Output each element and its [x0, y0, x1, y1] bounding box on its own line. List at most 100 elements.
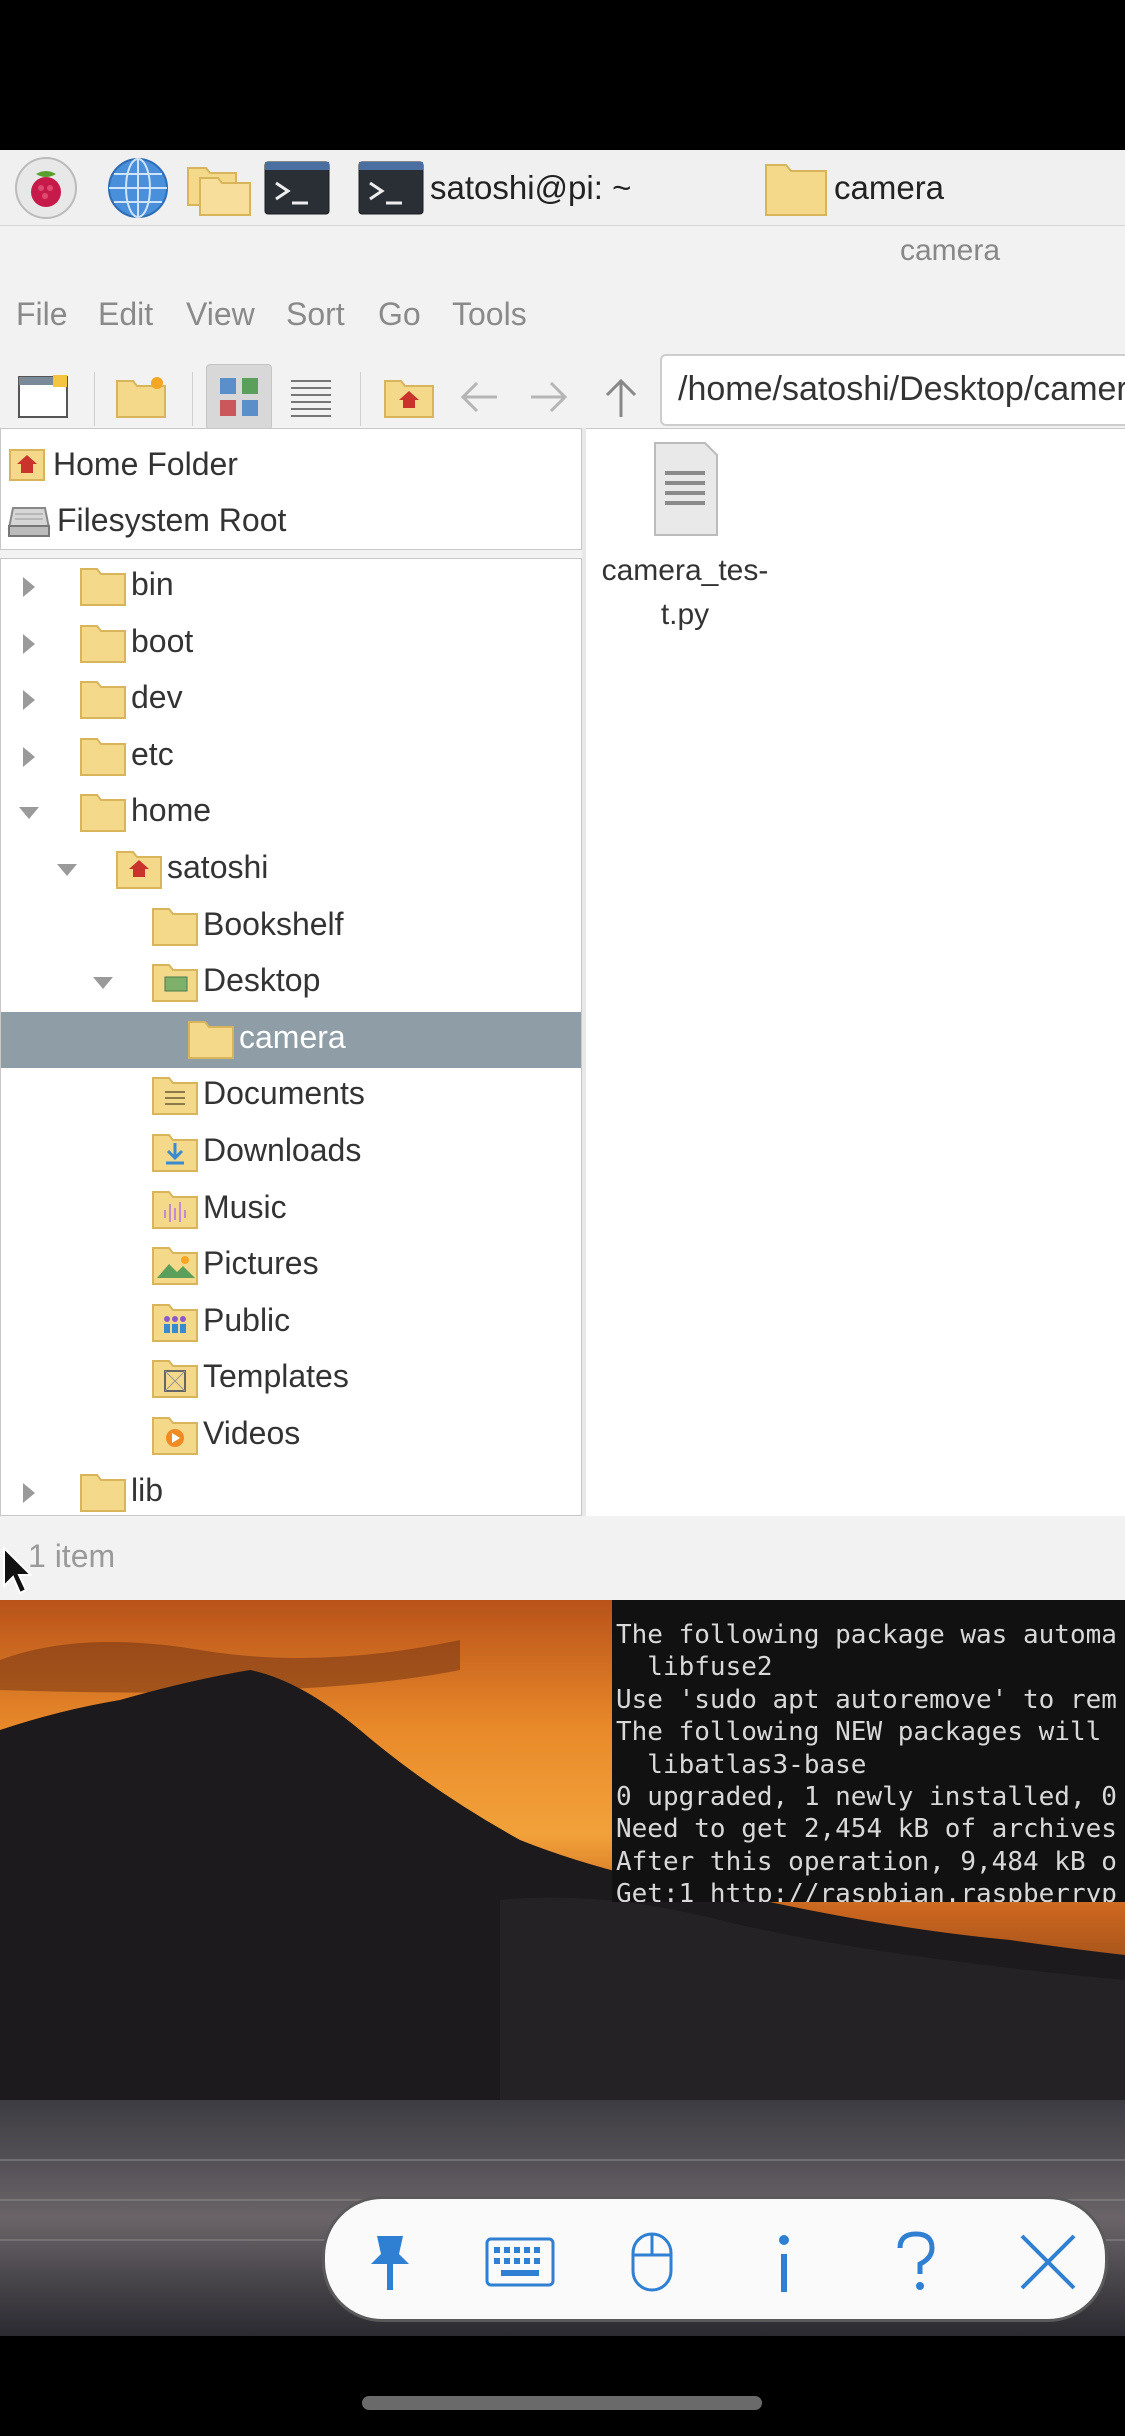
tree-item-public[interactable]: Public	[1, 1295, 581, 1351]
directory-tree: bin boot dev etc home satoshi Bookshelf Desktop…	[0, 558, 582, 1516]
close-icon	[1020, 2234, 1076, 2290]
tree-item-label: lib	[131, 1471, 164, 1508]
icon-view-button[interactable]	[206, 364, 272, 430]
expander-closed-icon[interactable]	[17, 1479, 41, 1507]
tree-item-label: bin	[131, 566, 174, 602]
tree-item-label: Pictures	[203, 1245, 319, 1282]
file-item[interactable]: camera_tes- t.py	[600, 439, 770, 637]
raspberry-menu-button[interactable]	[12, 157, 80, 219]
file-manager-button[interactable]	[184, 158, 254, 218]
menu-bar: File Edit View Sort Go Tools	[0, 282, 1125, 352]
tree-item-music[interactable]: Music	[1, 1182, 581, 1238]
place-label: Filesystem Root	[57, 501, 287, 538]
home-indicator[interactable]	[362, 2396, 762, 2410]
tree-item-downloads[interactable]: Downloads	[1, 1125, 581, 1181]
new-window-icon	[18, 375, 68, 418]
web-browser-button[interactable]	[106, 158, 170, 218]
menu-tools[interactable]: Tools	[452, 296, 527, 333]
tree-item-boot[interactable]: boot	[1, 616, 581, 672]
tree-item-label: Music	[203, 1188, 287, 1225]
menu-go[interactable]: Go	[378, 296, 421, 333]
new-folder-icon	[116, 377, 166, 418]
videos-folder-icon	[151, 1414, 199, 1456]
globe-icon	[108, 158, 168, 218]
up-button[interactable]	[588, 364, 654, 430]
list-view-button[interactable]	[278, 364, 344, 430]
tree-item-templates[interactable]: Templates	[1, 1351, 581, 1407]
public-folder-icon	[151, 1301, 199, 1343]
forward-button[interactable]	[516, 364, 582, 430]
icon-view-icon	[220, 378, 258, 416]
templates-folder-icon	[151, 1357, 199, 1399]
mouse-button[interactable]	[617, 2227, 687, 2297]
places-panel: Home Folder Filesystem Root	[0, 428, 582, 550]
place-filesystem-root[interactable]: Filesystem Root	[7, 495, 286, 545]
question-icon	[897, 2231, 935, 2290]
terminal-window[interactable]: The following package was automa libfuse…	[612, 1600, 1125, 1902]
tree-item-bookshelf[interactable]: Bookshelf	[1, 899, 581, 955]
menu-sort[interactable]: Sort	[286, 296, 345, 333]
taskbar-window-label: satoshi@pi: ~	[430, 169, 632, 206]
toolbar-separator	[94, 372, 95, 426]
arrow-left-icon	[460, 381, 497, 413]
pictures-folder-icon	[151, 1244, 199, 1286]
expander-open-icon[interactable]	[55, 856, 79, 884]
terminal-line: 0 upgraded, 1 newly installed, 0	[616, 1782, 1117, 1812]
tree-item-pictures[interactable]: Pictures	[1, 1238, 581, 1294]
expander-closed-icon[interactable]	[17, 686, 41, 714]
menu-file[interactable]: File	[16, 296, 68, 333]
folder-icon	[187, 1018, 235, 1060]
new-folder-button[interactable]	[108, 364, 174, 430]
window-title-bar[interactable]: camera	[0, 226, 1125, 282]
tree-item-videos[interactable]: Videos	[1, 1408, 581, 1464]
expander-closed-icon[interactable]	[17, 743, 41, 771]
place-home-folder[interactable]: Home Folder	[7, 439, 238, 489]
tree-item-etc[interactable]: etc	[1, 729, 581, 785]
tree-item-lib[interactable]: lib	[1, 1465, 581, 1521]
window-title: camera	[900, 234, 1001, 267]
close-button[interactable]	[1013, 2227, 1083, 2297]
menu-view[interactable]: View	[186, 296, 255, 333]
folder-icon	[79, 735, 127, 777]
tree-item-dev[interactable]: dev	[1, 672, 581, 728]
terminal-line: The following NEW packages will	[616, 1717, 1102, 1748]
toolbar-separator	[192, 372, 193, 426]
terminal-line: Get:1 http://raspbian.raspberryp	[616, 1879, 1117, 1902]
taskbar-window-terminal[interactable]: satoshi@pi: ~	[358, 158, 631, 218]
expander-closed-icon[interactable]	[17, 630, 41, 658]
status-bar: 1 item	[0, 1516, 1125, 1600]
tree-item-home[interactable]: home	[1, 785, 581, 841]
keyboard-icon	[485, 2237, 555, 2287]
raspberry-icon	[15, 157, 77, 219]
folders-icon	[187, 167, 251, 216]
folder-icon	[151, 905, 199, 947]
folder-icon	[79, 791, 127, 833]
info-button[interactable]	[749, 2227, 819, 2297]
tree-item-label: Bookshelf	[203, 905, 344, 942]
tree-item-satoshi[interactable]: satoshi	[1, 842, 581, 898]
pin-button[interactable]	[355, 2227, 425, 2297]
expander-closed-icon[interactable]	[17, 573, 41, 601]
file-name: camera_tes- t.py	[601, 554, 769, 631]
place-label: Home Folder	[53, 445, 238, 482]
taskbar-window-file-manager[interactable]: camera	[764, 158, 944, 218]
home-button[interactable]	[376, 364, 442, 430]
folder-icon	[79, 678, 127, 720]
help-button[interactable]	[881, 2227, 951, 2297]
tree-item-bin[interactable]: bin	[1, 559, 581, 615]
keyboard-button[interactable]	[485, 2227, 555, 2297]
new-window-button[interactable]	[10, 364, 76, 430]
path-bar[interactable]: /home/satoshi/Desktop/camera	[660, 354, 1125, 426]
terminal-launcher-button[interactable]	[264, 158, 330, 218]
terminal-line: Use 'sudo apt autoremove' to rem	[616, 1684, 1117, 1715]
tree-item-desktop[interactable]: Desktop	[1, 955, 581, 1011]
tree-item-camera[interactable]: camera	[1, 1011, 581, 1068]
folder-icon	[79, 622, 127, 664]
music-folder-icon	[151, 1188, 199, 1230]
expander-open-icon[interactable]	[17, 799, 41, 827]
expander-open-icon[interactable]	[91, 969, 115, 997]
menu-edit[interactable]: Edit	[98, 296, 153, 333]
terminal-line: Need to get 2,454 kB of archives	[616, 1814, 1117, 1845]
back-button[interactable]	[446, 364, 512, 430]
tree-item-documents[interactable]: Documents	[1, 1068, 581, 1124]
